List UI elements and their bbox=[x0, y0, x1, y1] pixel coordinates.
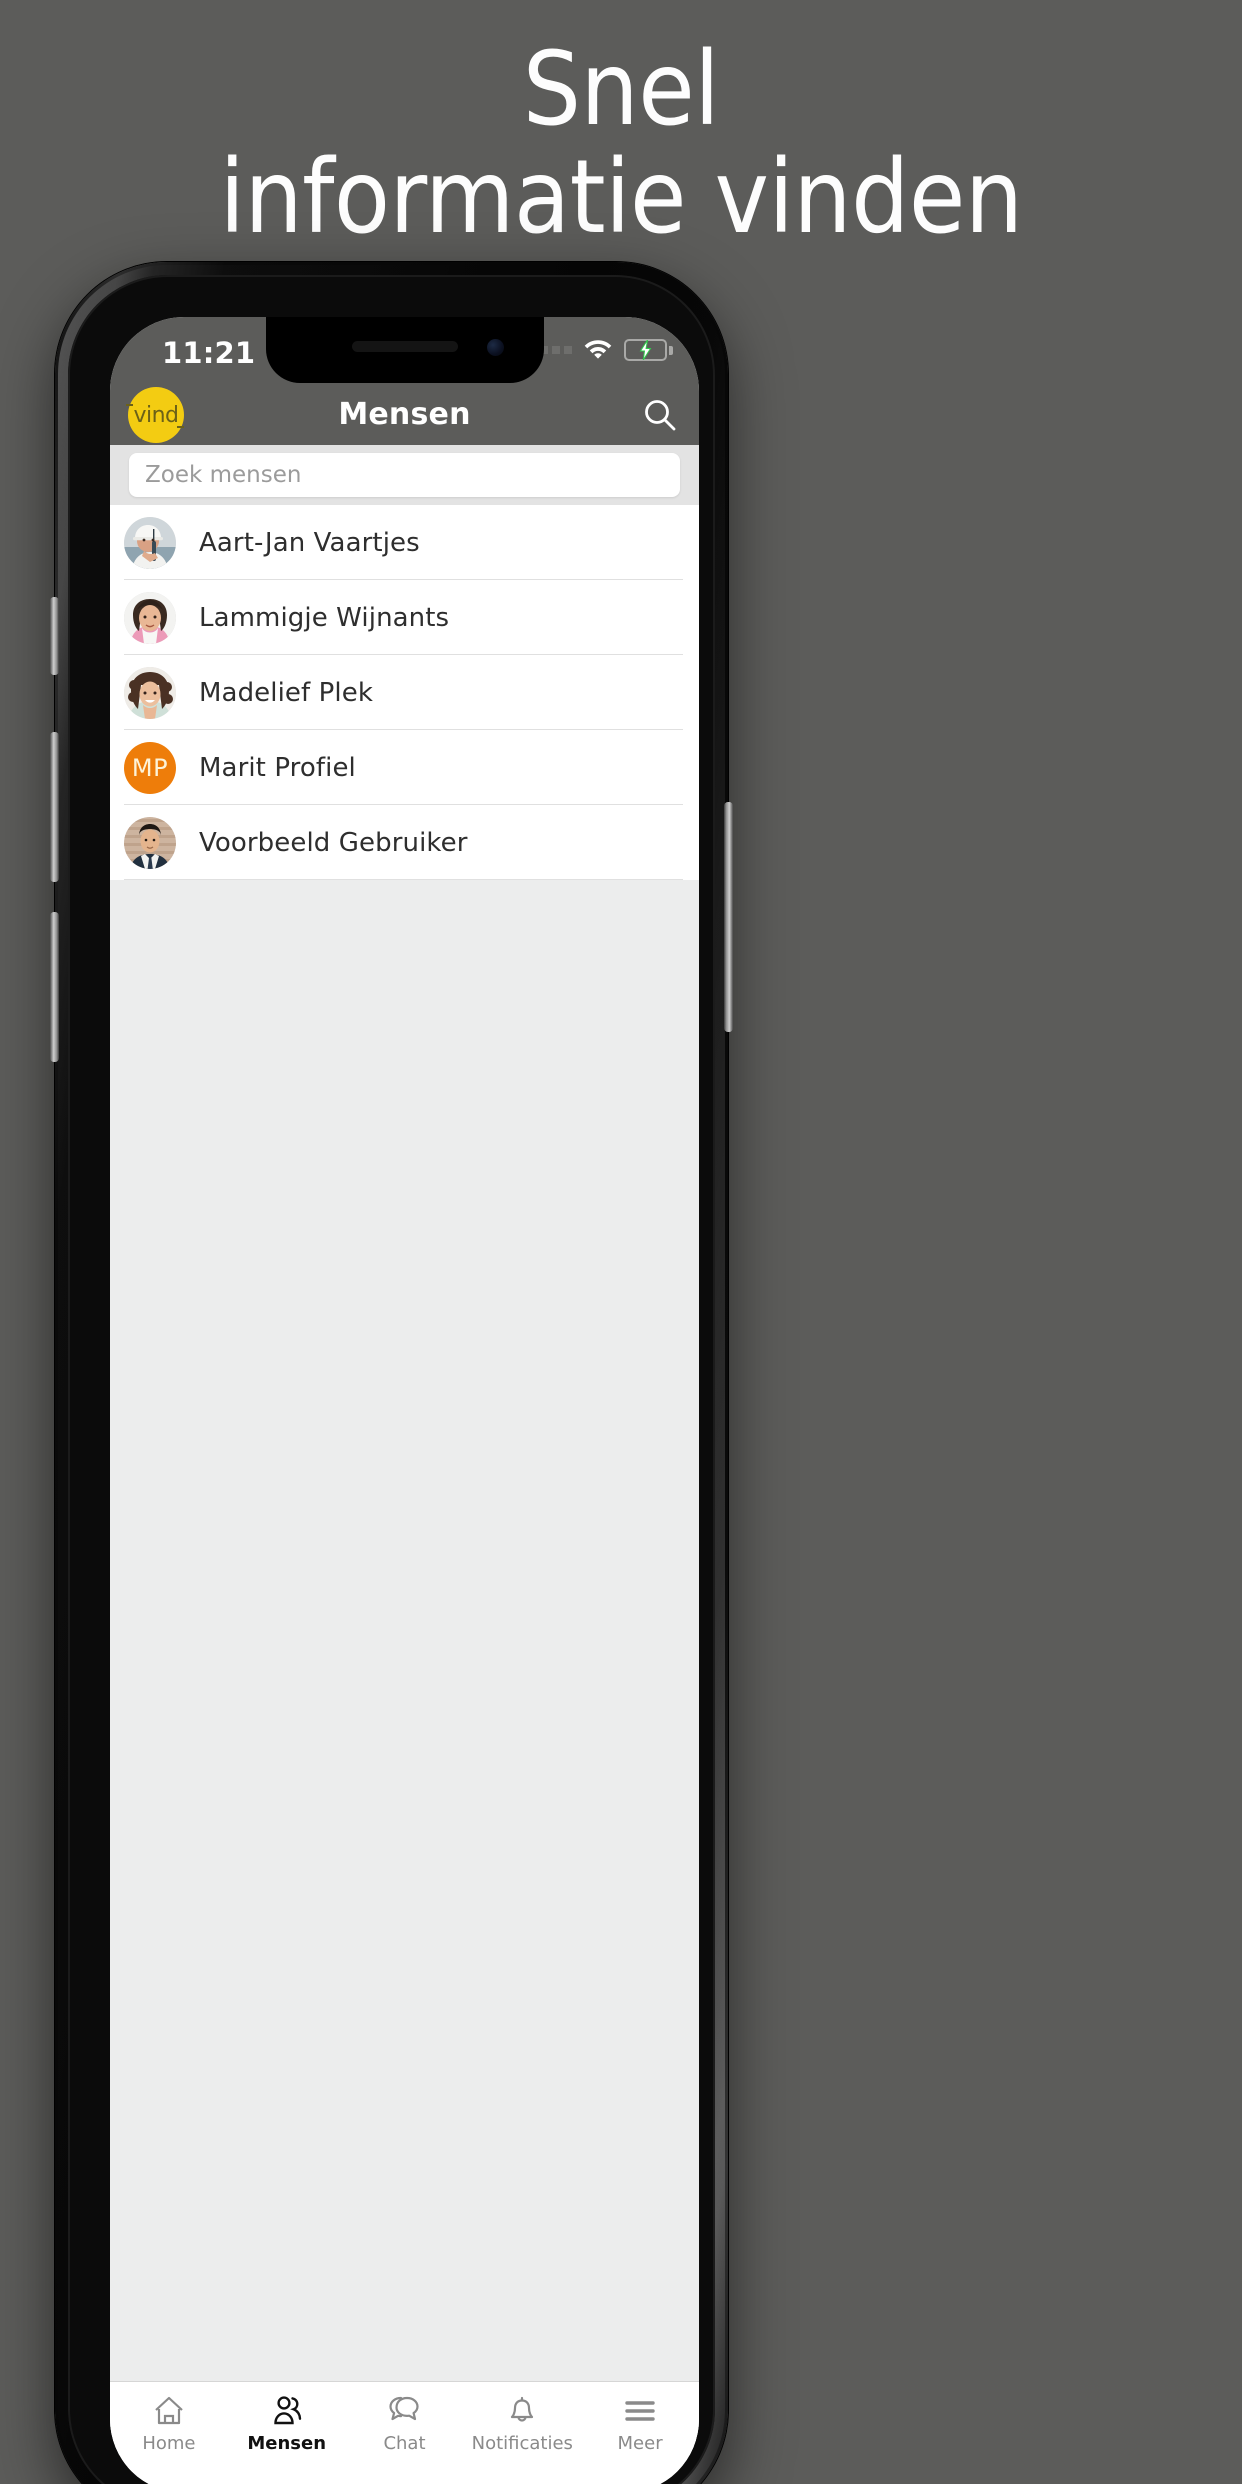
people-icon bbox=[271, 2394, 303, 2426]
row-divider bbox=[124, 879, 683, 880]
bell-icon bbox=[507, 2394, 537, 2426]
tab-label: Meer bbox=[617, 2433, 663, 2454]
phone-screen: 11:21 vind Mensen Zoek mensen Aart-Jan V… bbox=[110, 317, 699, 2484]
notch bbox=[265, 317, 544, 383]
person-name: Aart-Jan Vaartjes bbox=[199, 527, 420, 558]
tab-notificaties[interactable]: Notificaties bbox=[463, 2394, 581, 2454]
tab-label: Mensen bbox=[247, 2433, 327, 2454]
avatar-photo-woman-pink bbox=[124, 591, 176, 644]
person-name: Voorbeeld Gebruiker bbox=[199, 827, 468, 858]
wifi-icon bbox=[583, 337, 613, 363]
tab-chat[interactable]: Chat bbox=[346, 2394, 464, 2454]
logo-text: vind bbox=[126, 402, 184, 428]
avatar bbox=[124, 816, 176, 869]
page-title: Mensen bbox=[338, 396, 471, 432]
avatar bbox=[124, 666, 176, 719]
tab-label: Notificaties bbox=[471, 2433, 573, 2454]
people-list-container[interactable]: Aart-Jan Vaartjes Lammigje Wijnants Made… bbox=[110, 505, 699, 2484]
avatar-photo-man-suit bbox=[124, 816, 176, 869]
front-camera bbox=[486, 339, 504, 356]
avatar-photo-woman-curly bbox=[124, 666, 176, 719]
silent-switch-button[interactable] bbox=[50, 597, 59, 675]
person-name: Marit Profiel bbox=[199, 752, 356, 783]
people-list: Aart-Jan Vaartjes Lammigje Wijnants Made… bbox=[110, 505, 699, 880]
chat-bubbles-icon bbox=[387, 2394, 421, 2426]
avatar bbox=[124, 591, 176, 644]
search-bar bbox=[110, 445, 699, 505]
tab-label: Chat bbox=[383, 2433, 426, 2454]
headline-line-2: informatie vinden bbox=[219, 138, 1023, 258]
avatar-initials: MP bbox=[124, 741, 176, 794]
battery-charging-icon bbox=[624, 339, 673, 361]
hamburger-menu-icon bbox=[624, 2394, 656, 2426]
bottom-tab-bar: Home Mensen Chat Notificaties Meer bbox=[110, 2381, 699, 2484]
avatar-photo-hardhat-man bbox=[124, 516, 176, 569]
tab-meer[interactable]: Meer bbox=[581, 2394, 699, 2454]
phone-mockup: 11:21 vind Mensen Zoek mensen Aart-Jan V… bbox=[50, 262, 733, 2484]
avatar bbox=[124, 516, 176, 569]
headline-line-1: Snel bbox=[522, 30, 720, 149]
power-button[interactable] bbox=[724, 802, 733, 1032]
list-item[interactable]: Voorbeeld Gebruiker bbox=[110, 805, 699, 880]
tab-mensen[interactable]: Mensen bbox=[228, 2394, 346, 2454]
promo-headline: Snel informatie vinden bbox=[0, 30, 1242, 258]
earpiece-speaker bbox=[351, 341, 458, 352]
list-item[interactable]: Lammigje Wijnants bbox=[110, 580, 699, 655]
list-item[interactable]: Madelief Plek bbox=[110, 655, 699, 730]
volume-down-button[interactable] bbox=[50, 912, 59, 1062]
app-header: vind Mensen bbox=[110, 383, 699, 445]
search-input[interactable] bbox=[129, 453, 680, 497]
status-indicators bbox=[528, 337, 673, 363]
phone-bezel: 11:21 vind Mensen Zoek mensen Aart-Jan V… bbox=[68, 275, 715, 2484]
tab-label: Home bbox=[142, 2433, 196, 2454]
list-item[interactable]: MP Marit Profiel bbox=[110, 730, 699, 805]
person-name: Madelief Plek bbox=[199, 677, 373, 708]
home-icon bbox=[153, 2394, 185, 2426]
tab-home[interactable]: Home bbox=[110, 2394, 228, 2454]
vind-logo[interactable]: vind bbox=[126, 387, 184, 443]
person-name: Lammigje Wijnants bbox=[199, 602, 450, 633]
status-time: 11:21 bbox=[162, 336, 256, 370]
list-item[interactable]: Aart-Jan Vaartjes bbox=[110, 505, 699, 580]
volume-up-button[interactable] bbox=[50, 732, 59, 882]
